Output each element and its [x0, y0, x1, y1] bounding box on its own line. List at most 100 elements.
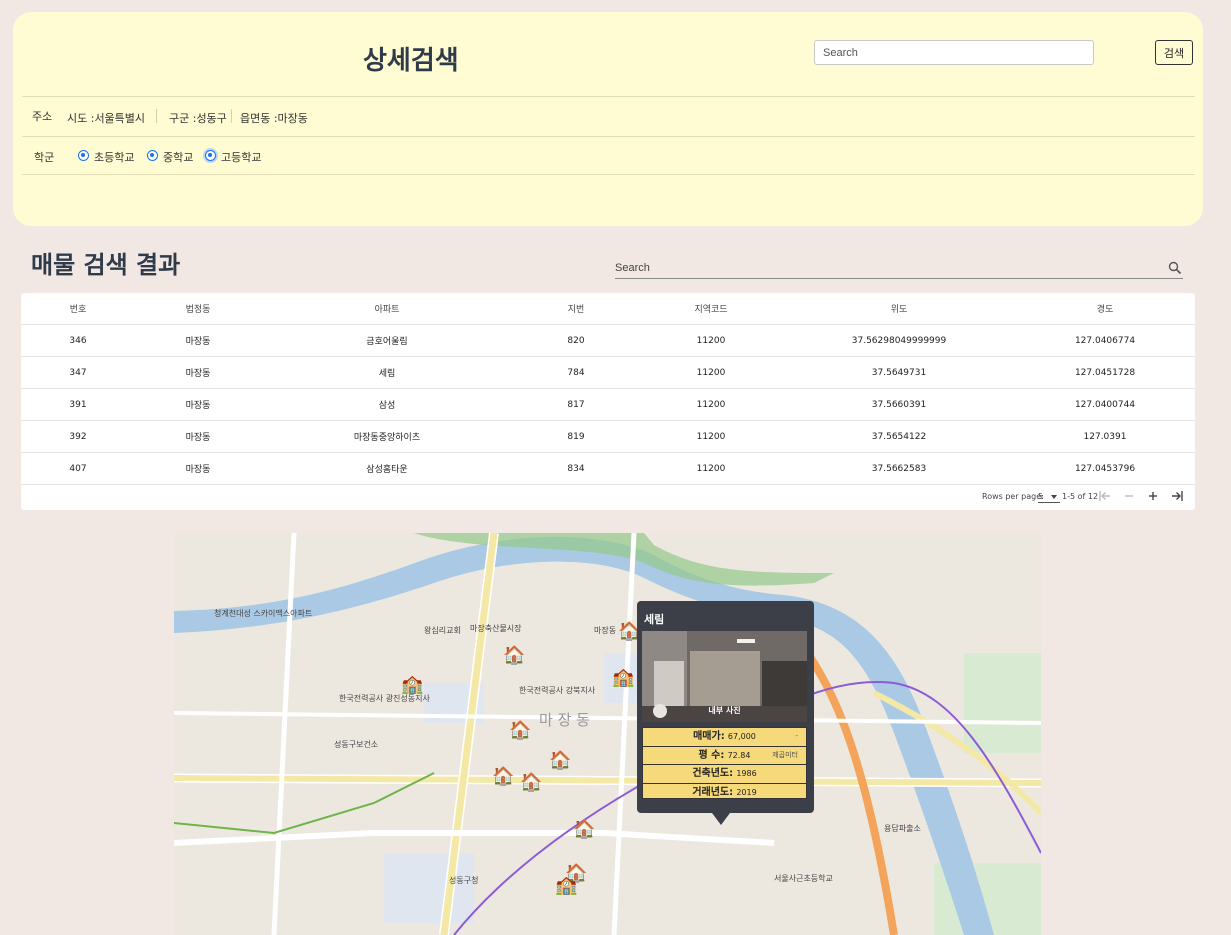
table-cell: 11200 — [639, 324, 783, 357]
table-row[interactable]: 392 마장동 마장동중앙하이츠 819 11200 37.5654122 12… — [21, 420, 1195, 453]
radio-elementary[interactable] — [78, 150, 89, 161]
results-table-card: 번호 법정동 아파트 지번 지역코드 위도 경도 346 마장동 금호어울림 8… — [21, 293, 1195, 510]
radio-label-elementary[interactable]: 초등학교 — [94, 149, 134, 165]
column-header[interactable]: 지번 — [513, 293, 639, 325]
house-icon[interactable]: 🏠 — [503, 647, 525, 665]
table-cell: 127.0406774 — [1015, 324, 1195, 357]
house-icon[interactable]: 🏠 — [573, 821, 595, 839]
deal-label: 거래년도: — [692, 786, 734, 798]
table-cell: 819 — [513, 420, 639, 453]
house-icon[interactable]: 🏠 — [520, 774, 542, 792]
built-row: 건축년도: 1986 — [643, 765, 806, 784]
table-cell: 834 — [513, 452, 639, 485]
table-cell: 마장동 — [135, 452, 261, 485]
map-label: 마장축산물시장 — [470, 624, 522, 633]
map-label: 마장동 — [594, 626, 617, 635]
map-label: 성동구청 — [449, 876, 479, 885]
table-cell: 금호어울림 — [261, 324, 513, 357]
column-header[interactable]: 아파트 — [261, 293, 513, 325]
radio-high[interactable] — [205, 150, 216, 161]
interior-photo: 내부 사진 — [642, 631, 807, 722]
chevron-right-icon[interactable] — [1146, 489, 1160, 503]
divider — [231, 109, 232, 123]
table-cell: 11200 — [639, 452, 783, 485]
results-search-input[interactable] — [615, 258, 1183, 279]
map-info-popup[interactable]: 세림 내부 사진 매매가: 67,000 - 평 수: 72.84 제곱미터 건… — [637, 601, 814, 813]
table-cell: 407 — [21, 452, 135, 485]
table-cell: 817 — [513, 388, 639, 421]
table-cell: 127.0451728 — [1015, 356, 1195, 389]
house-icon[interactable]: 🏠 — [549, 752, 571, 770]
address-label: 주소 — [32, 110, 53, 123]
price-suffix: - — [795, 732, 798, 740]
table-header-row: 번호 법정동 아파트 지번 지역코드 위도 경도 — [21, 293, 1195, 325]
caret-down-icon[interactable] — [1051, 495, 1057, 499]
table-cell: 391 — [21, 388, 135, 421]
deal-row: 거래년도: 2019 — [643, 784, 806, 802]
popup-title: 세림 — [644, 613, 665, 626]
table-cell: 마장동 — [135, 388, 261, 421]
table-cell: 392 — [21, 420, 135, 453]
search-input[interactable] — [814, 40, 1094, 65]
table-cell: 세림 — [261, 356, 513, 389]
school-label: 학군 — [34, 151, 55, 164]
radio-label-middle[interactable]: 중학교 — [163, 149, 193, 165]
table-row[interactable]: 407 마장동 삼성홈타운 834 11200 37.5662583 127.0… — [21, 452, 1195, 485]
divider — [22, 136, 1195, 137]
table-cell: 37.5649731 — [783, 356, 1015, 389]
table-cell: 11200 — [639, 420, 783, 453]
chevron-left-icon[interactable] — [1122, 489, 1136, 503]
last-page-icon[interactable] — [1170, 489, 1184, 503]
search-button[interactable]: 검색 — [1155, 40, 1193, 65]
table-cell: 347 — [21, 356, 135, 389]
table-cell: 37.5654122 — [783, 420, 1015, 453]
popup-pointer — [712, 813, 730, 825]
column-header[interactable]: 지역코드 — [639, 293, 783, 325]
price-label: 매매가: — [693, 731, 725, 742]
rows-per-page-value[interactable]: 5 — [1038, 492, 1043, 501]
table-cell: 127.0400744 — [1015, 388, 1195, 421]
area-label: 평 수: — [698, 749, 725, 761]
map-label: 왕십리교회 — [424, 626, 461, 635]
column-header[interactable]: 위도 — [783, 293, 1015, 325]
house-icon[interactable]: 🏫 — [555, 877, 577, 895]
search-panel: 상세검색 검색 주소 시도 :서울특별시 구군 :성동구 읍면동 :마장동 학군… — [13, 12, 1203, 226]
area-value: 72.84 — [727, 750, 751, 760]
table-cell: 37.5662583 — [783, 452, 1015, 485]
address-dong[interactable]: 읍면동 :마장동 — [240, 110, 308, 126]
table-row[interactable]: 391 마장동 삼성 817 11200 37.5660391 127.0400… — [21, 388, 1195, 421]
house-icon[interactable]: 🏫 — [401, 676, 423, 694]
table-cell: 마장동중앙하이츠 — [261, 420, 513, 453]
first-page-icon[interactable] — [1098, 489, 1112, 503]
radio-label-high[interactable]: 고등학교 — [221, 149, 261, 165]
table-cell: 127.0453796 — [1015, 452, 1195, 485]
built-label: 건축년도: — [692, 768, 734, 779]
address-sido[interactable]: 시도 :서울특별시 — [67, 110, 145, 126]
page-title: 상세검색 — [363, 46, 459, 76]
search-icon[interactable] — [1168, 261, 1182, 275]
map-label: 용답파출소 — [884, 824, 921, 833]
pagination-range: 1-5 of 12 — [1062, 492, 1099, 501]
table-row[interactable]: 347 마장동 세림 784 11200 37.5649731 127.0451… — [21, 356, 1195, 389]
radio-middle[interactable] — [147, 150, 158, 161]
map-roads — [174, 533, 1041, 935]
table-cell: 11200 — [639, 388, 783, 421]
column-header[interactable]: 법정동 — [135, 293, 261, 325]
pagination: Rows per page: 5 1-5 of 12 — [21, 485, 1195, 507]
table-cell: 마장동 — [135, 420, 261, 453]
table-row[interactable]: 346 마장동 금호어울림 820 11200 37.5629804999999… — [21, 324, 1195, 357]
address-gugun[interactable]: 구군 :성동구 — [169, 110, 227, 126]
built-value: 1986 — [736, 769, 757, 778]
table-cell: 삼성홈타운 — [261, 452, 513, 485]
house-icon[interactable]: 🏫 — [612, 669, 634, 687]
popup-info-table: 매매가: 67,000 - 평 수: 72.84 제곱미터 건축년도: 1986… — [642, 727, 807, 799]
divider — [22, 174, 1195, 175]
map[interactable]: 마 장 동 청계천대성 스카이맥스아파트 한국전력공사 광진성동지사 마장축산물… — [174, 533, 1041, 935]
results-table: 번호 법정동 아파트 지번 지역코드 위도 경도 346 마장동 금호어울림 8… — [21, 293, 1195, 485]
column-header[interactable]: 번호 — [21, 293, 135, 325]
table-cell: 37.56298049999999 — [783, 324, 1015, 357]
house-icon[interactable]: 🏠 — [492, 768, 514, 786]
table-cell: 삼성 — [261, 388, 513, 421]
column-header[interactable]: 경도 — [1015, 293, 1195, 325]
house-icon[interactable]: 🏠 — [509, 722, 531, 740]
